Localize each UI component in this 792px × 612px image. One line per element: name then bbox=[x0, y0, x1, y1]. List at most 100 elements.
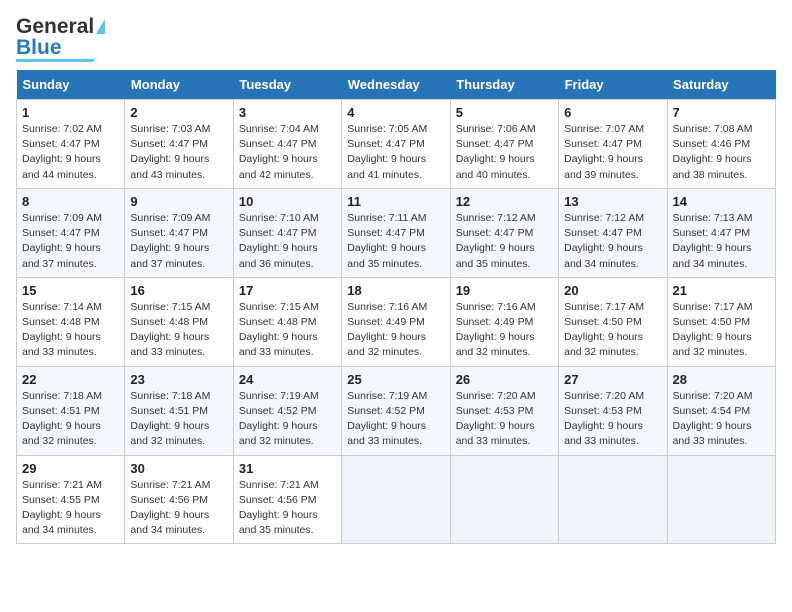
day-number: 3 bbox=[239, 105, 336, 120]
day-number: 19 bbox=[456, 283, 553, 298]
logo-general: General bbox=[16, 16, 94, 37]
day-cell: 3 Sunrise: 7:04 AMSunset: 4:47 PMDaylight… bbox=[233, 100, 341, 189]
day-cell: 31 Sunrise: 7:21 AMSunset: 4:56 PMDayligh… bbox=[233, 455, 341, 544]
day-number: 13 bbox=[564, 194, 661, 209]
col-friday: Friday bbox=[559, 70, 667, 100]
day-info: Sunrise: 7:08 AMSunset: 4:46 PMDaylight:… bbox=[673, 123, 753, 181]
day-number: 24 bbox=[239, 372, 336, 387]
day-info: Sunrise: 7:21 AMSunset: 4:56 PMDaylight:… bbox=[130, 479, 210, 537]
day-number: 10 bbox=[239, 194, 336, 209]
day-cell: 12 Sunrise: 7:12 AMSunset: 4:47 PMDayligh… bbox=[450, 188, 558, 277]
day-number: 6 bbox=[564, 105, 661, 120]
day-cell: 20 Sunrise: 7:17 AMSunset: 4:50 PMDayligh… bbox=[559, 277, 667, 366]
day-info: Sunrise: 7:18 AMSunset: 4:51 PMDaylight:… bbox=[22, 390, 102, 448]
day-number: 14 bbox=[673, 194, 770, 209]
day-number: 29 bbox=[22, 461, 119, 476]
day-info: Sunrise: 7:05 AMSunset: 4:47 PMDaylight:… bbox=[347, 123, 427, 181]
day-info: Sunrise: 7:03 AMSunset: 4:47 PMDaylight:… bbox=[130, 123, 210, 181]
day-cell: 28Sunrise: 7:20 AMSunset: 4:54 PMDayligh… bbox=[667, 366, 775, 455]
day-info: Sunrise: 7:10 AMSunset: 4:47 PMDaylight:… bbox=[239, 212, 319, 270]
day-cell bbox=[342, 455, 450, 544]
day-number: 7 bbox=[673, 105, 770, 120]
col-wednesday: Wednesday bbox=[342, 70, 450, 100]
day-info: Sunrise: 7:20 AMSunset: 4:53 PMDaylight:… bbox=[564, 390, 644, 448]
day-cell: 23 Sunrise: 7:18 AMSunset: 4:51 PMDayligh… bbox=[125, 366, 233, 455]
day-cell: 18 Sunrise: 7:16 AMSunset: 4:49 PMDayligh… bbox=[342, 277, 450, 366]
col-tuesday: Tuesday bbox=[233, 70, 341, 100]
day-number: 30 bbox=[130, 461, 227, 476]
day-number: 9 bbox=[130, 194, 227, 209]
day-cell: 14 Sunrise: 7:13 AMSunset: 4:47 PMDayligh… bbox=[667, 188, 775, 277]
day-info: Sunrise: 7:09 AMSunset: 4:47 PMDaylight:… bbox=[130, 212, 210, 270]
day-cell: 11 Sunrise: 7:11 AMSunset: 4:47 PMDayligh… bbox=[342, 188, 450, 277]
day-cell: 15 Sunrise: 7:14 AMSunset: 4:48 PMDayligh… bbox=[17, 277, 125, 366]
day-cell: 26Sunrise: 7:20 AMSunset: 4:53 PMDayligh… bbox=[450, 366, 558, 455]
logo-underline bbox=[16, 59, 94, 62]
day-number: 4 bbox=[347, 105, 444, 120]
day-number: 11 bbox=[347, 194, 444, 209]
day-info: Sunrise: 7:13 AMSunset: 4:47 PMDaylight:… bbox=[673, 212, 753, 270]
day-number: 2 bbox=[130, 105, 227, 120]
day-number: 12 bbox=[456, 194, 553, 209]
day-number: 22 bbox=[22, 372, 119, 387]
day-info: Sunrise: 7:16 AMSunset: 4:49 PMDaylight:… bbox=[347, 301, 427, 359]
week-row-5: 29Sunrise: 7:21 AMSunset: 4:55 PMDayligh… bbox=[17, 455, 776, 544]
day-info: Sunrise: 7:15 AMSunset: 4:48 PMDaylight:… bbox=[239, 301, 319, 359]
day-number: 28 bbox=[673, 372, 770, 387]
day-info: Sunrise: 7:12 AMSunset: 4:47 PMDaylight:… bbox=[456, 212, 536, 270]
day-cell bbox=[667, 455, 775, 544]
header-row: SundayMondayTuesdayWednesdayThursdayFrid… bbox=[17, 70, 776, 100]
day-info: Sunrise: 7:18 AMSunset: 4:51 PMDaylight:… bbox=[130, 390, 210, 448]
day-number: 20 bbox=[564, 283, 661, 298]
day-info: Sunrise: 7:16 AMSunset: 4:49 PMDaylight:… bbox=[456, 301, 536, 359]
logo-blue: Blue bbox=[16, 37, 62, 58]
week-row-3: 15 Sunrise: 7:14 AMSunset: 4:48 PMDayligh… bbox=[17, 277, 776, 366]
day-number: 16 bbox=[130, 283, 227, 298]
day-cell: 30 Sunrise: 7:21 AMSunset: 4:56 PMDayligh… bbox=[125, 455, 233, 544]
logo: General Blue bbox=[16, 16, 105, 62]
day-cell: 29Sunrise: 7:21 AMSunset: 4:55 PMDayligh… bbox=[17, 455, 125, 544]
day-cell: 1Sunrise: 7:02 AMSunset: 4:47 PMDaylight… bbox=[17, 100, 125, 189]
day-cell: 6 Sunrise: 7:07 AMSunset: 4:47 PMDaylight… bbox=[559, 100, 667, 189]
day-info: Sunrise: 7:09 AMSunset: 4:47 PMDaylight:… bbox=[22, 212, 102, 270]
day-info: Sunrise: 7:21 AMSunset: 4:56 PMDaylight:… bbox=[239, 479, 319, 537]
day-number: 17 bbox=[239, 283, 336, 298]
day-cell: 22 Sunrise: 7:18 AMSunset: 4:51 PMDayligh… bbox=[17, 366, 125, 455]
day-info: Sunrise: 7:07 AMSunset: 4:47 PMDaylight:… bbox=[564, 123, 644, 181]
day-number: 26 bbox=[456, 372, 553, 387]
day-cell: 16 Sunrise: 7:15 AMSunset: 4:48 PMDayligh… bbox=[125, 277, 233, 366]
day-number: 21 bbox=[673, 283, 770, 298]
day-cell: 10 Sunrise: 7:10 AMSunset: 4:47 PMDayligh… bbox=[233, 188, 341, 277]
day-cell: 19 Sunrise: 7:16 AMSunset: 4:49 PMDayligh… bbox=[450, 277, 558, 366]
day-number: 23 bbox=[130, 372, 227, 387]
day-info: Sunrise: 7:11 AMSunset: 4:47 PMDaylight:… bbox=[347, 212, 426, 270]
day-cell: 27 Sunrise: 7:20 AMSunset: 4:53 PMDayligh… bbox=[559, 366, 667, 455]
day-info: Sunrise: 7:06 AMSunset: 4:47 PMDaylight:… bbox=[456, 123, 536, 181]
day-info: Sunrise: 7:15 AMSunset: 4:48 PMDaylight:… bbox=[130, 301, 210, 359]
week-row-4: 22 Sunrise: 7:18 AMSunset: 4:51 PMDayligh… bbox=[17, 366, 776, 455]
day-cell bbox=[450, 455, 558, 544]
calendar-table: SundayMondayTuesdayWednesdayThursdayFrid… bbox=[16, 70, 776, 544]
day-number: 31 bbox=[239, 461, 336, 476]
day-cell: 7 Sunrise: 7:08 AMSunset: 4:46 PMDaylight… bbox=[667, 100, 775, 189]
day-number: 1 bbox=[22, 105, 119, 120]
day-cell: 17 Sunrise: 7:15 AMSunset: 4:48 PMDayligh… bbox=[233, 277, 341, 366]
day-info: Sunrise: 7:19 AMSunset: 4:52 PMDaylight:… bbox=[347, 390, 427, 448]
week-row-2: 8Sunrise: 7:09 AMSunset: 4:47 PMDaylight… bbox=[17, 188, 776, 277]
day-info: Sunrise: 7:17 AMSunset: 4:50 PMDaylight:… bbox=[564, 301, 644, 359]
day-cell: 21 Sunrise: 7:17 AMSunset: 4:50 PMDayligh… bbox=[667, 277, 775, 366]
header: General Blue bbox=[16, 16, 776, 62]
day-info: Sunrise: 7:04 AMSunset: 4:47 PMDaylight:… bbox=[239, 123, 319, 181]
col-thursday: Thursday bbox=[450, 70, 558, 100]
col-saturday: Saturday bbox=[667, 70, 775, 100]
day-info: Sunrise: 7:17 AMSunset: 4:50 PMDaylight:… bbox=[673, 301, 753, 359]
day-number: 18 bbox=[347, 283, 444, 298]
day-info: Sunrise: 7:14 AMSunset: 4:48 PMDaylight:… bbox=[22, 301, 102, 359]
day-number: 5 bbox=[456, 105, 553, 120]
day-number: 27 bbox=[564, 372, 661, 387]
day-number: 25 bbox=[347, 372, 444, 387]
day-cell: 4 Sunrise: 7:05 AMSunset: 4:47 PMDaylight… bbox=[342, 100, 450, 189]
day-cell: 9 Sunrise: 7:09 AMSunset: 4:47 PMDaylight… bbox=[125, 188, 233, 277]
day-number: 15 bbox=[22, 283, 119, 298]
day-info: Sunrise: 7:12 AMSunset: 4:47 PMDaylight:… bbox=[564, 212, 644, 270]
